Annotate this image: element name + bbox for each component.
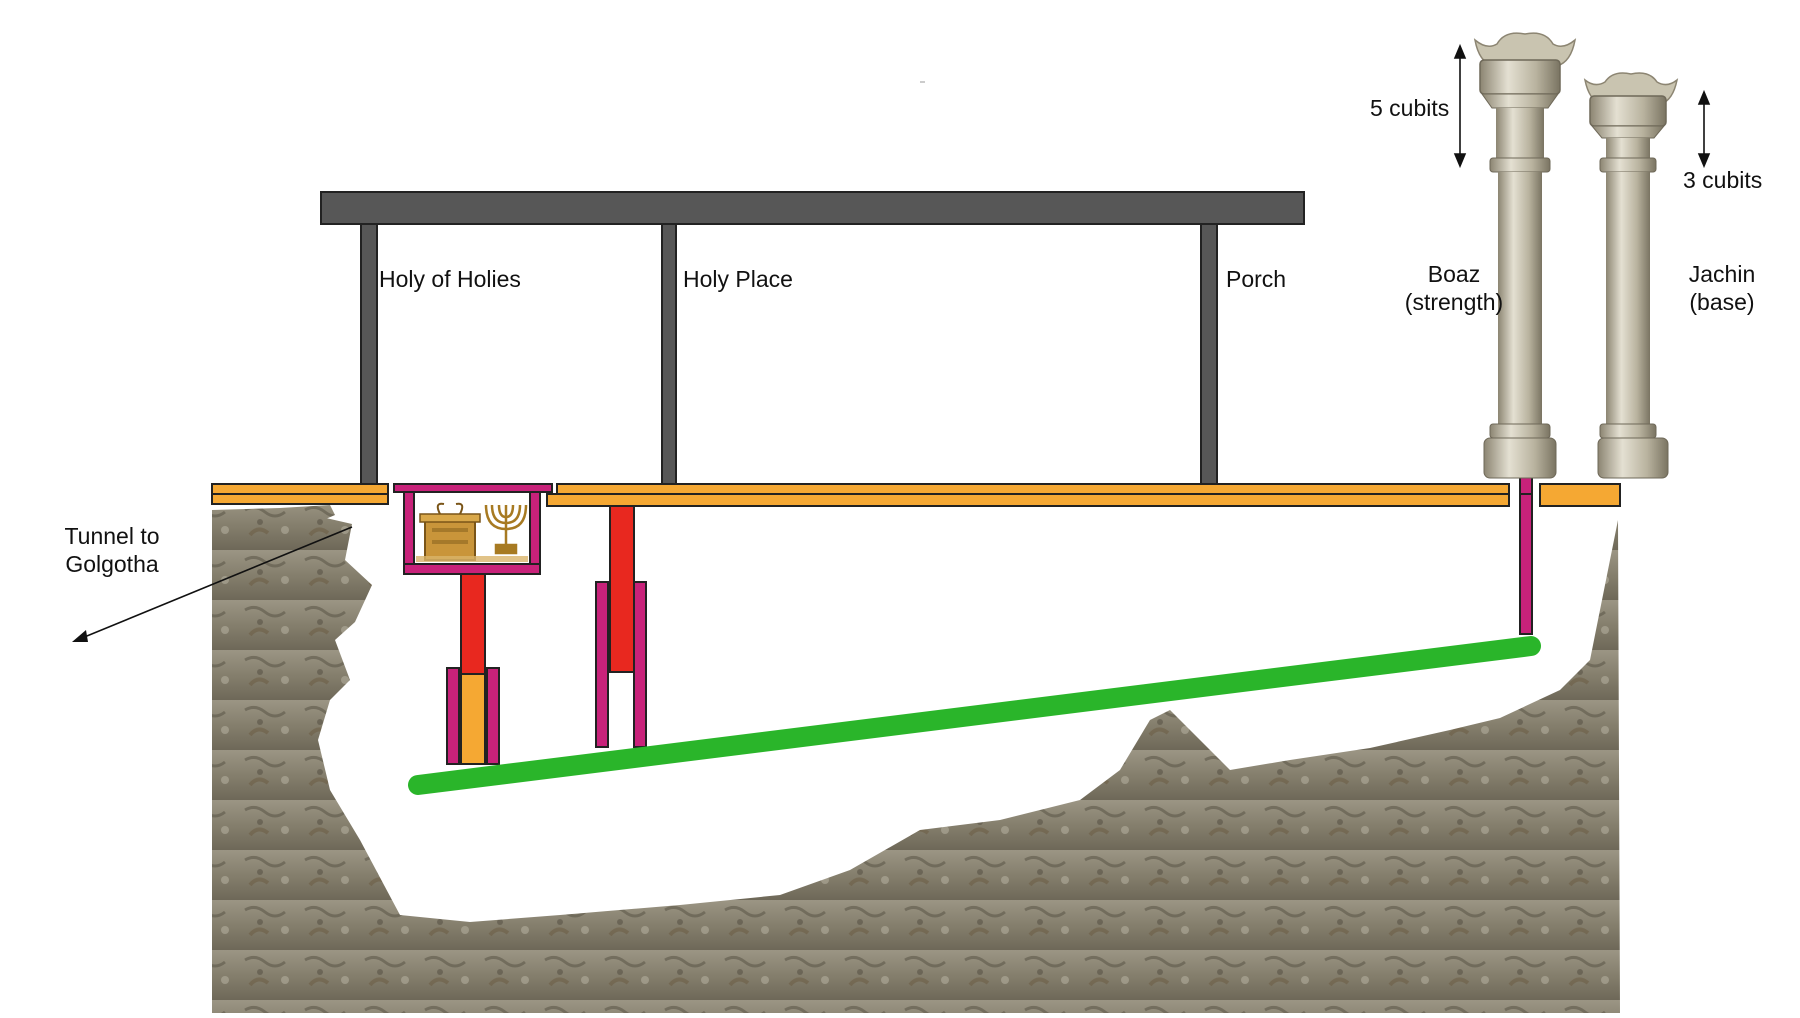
shaft-sleeve-mid-b bbox=[633, 581, 647, 748]
jachin-pillar bbox=[1583, 72, 1679, 479]
chamber-left-wall bbox=[403, 491, 415, 565]
shaft-red-left bbox=[460, 573, 486, 675]
label-jachin-name: Jachin bbox=[1688, 261, 1756, 287]
chamber-cap bbox=[393, 483, 553, 493]
label-tunnel-line1: Tunnel to bbox=[64, 523, 160, 549]
boaz-pillar bbox=[1473, 32, 1577, 479]
floor-left-bottom bbox=[211, 493, 389, 505]
post-holy-place bbox=[661, 223, 677, 485]
label-holy-of-holies: Holy of Holies bbox=[379, 266, 521, 292]
label-porch: Porch bbox=[1226, 266, 1287, 292]
label-boaz: Boaz (strength) bbox=[1394, 260, 1514, 316]
post-holy-of-holies bbox=[360, 223, 378, 485]
floor-right bbox=[1539, 483, 1621, 507]
jachin-height-arrow bbox=[1697, 89, 1711, 169]
label-jachin-meaning: (base) bbox=[1689, 289, 1755, 315]
label-tunnel-line2: Golgotha bbox=[65, 551, 159, 577]
shaft-sleeve-left-a bbox=[446, 667, 460, 765]
chamber-floor bbox=[403, 563, 541, 575]
floor-left-top bbox=[211, 483, 389, 495]
post-porch bbox=[1200, 223, 1218, 485]
label-tunnel: Tunnel to Golgotha bbox=[52, 522, 172, 578]
boaz-height-arrow bbox=[1453, 43, 1467, 169]
shaft-sleeve-left-b bbox=[486, 667, 500, 765]
floor-main-top bbox=[556, 483, 1510, 495]
chamber-items-shelf bbox=[416, 556, 528, 562]
chamber-right-wall bbox=[529, 491, 541, 565]
label-boaz-name: Boaz bbox=[1427, 261, 1481, 287]
label-boaz-meaning: (strength) bbox=[1404, 289, 1504, 315]
shaft-red-mid bbox=[609, 505, 635, 673]
shaft-boaz bbox=[1519, 493, 1533, 635]
shaft-orange-left bbox=[460, 673, 486, 765]
temple-diagram: Holy of Holies Holy Place Porch Boaz (st… bbox=[0, 0, 1800, 1013]
label-holy-place: Holy Place bbox=[683, 266, 793, 292]
ark-icon bbox=[419, 502, 481, 561]
label-3-cubits: 3 cubits bbox=[1683, 167, 1763, 193]
floor-main-bottom bbox=[546, 493, 1510, 507]
diagram-canvas bbox=[72, 32, 1711, 1013]
roof-beam bbox=[320, 191, 1305, 225]
label-5-cubits: 5 cubits bbox=[1370, 95, 1450, 121]
tunnel-arrow-head bbox=[72, 630, 88, 642]
menorah-icon bbox=[484, 504, 528, 555]
bedrock bbox=[212, 512, 1620, 1013]
label-jachin: Jachin (base) bbox=[1672, 260, 1772, 316]
shaft-sleeve-mid-a bbox=[595, 581, 609, 748]
